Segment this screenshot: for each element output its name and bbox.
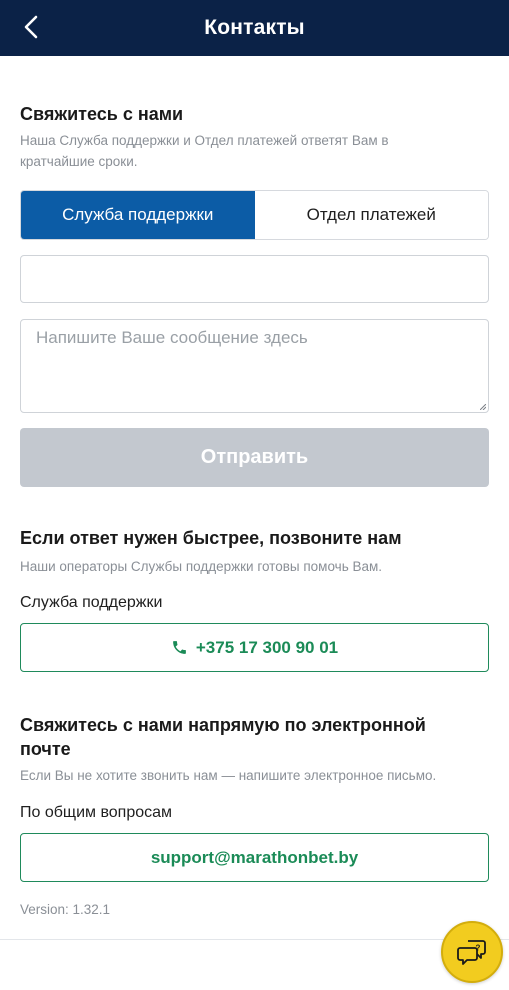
phone-number: +375 17 300 90 01 (195, 637, 339, 657)
email-field-wrap (20, 255, 489, 303)
email-link-button[interactable]: support@marathonbet.by (20, 833, 489, 882)
call-section-subtitle: Наши операторы Службы поддержки готовы п… (20, 559, 383, 574)
email-general-label: По общим вопросам (20, 804, 173, 821)
back-button[interactable] (14, 10, 48, 44)
app-version: Version: 1.32.1 (20, 902, 111, 917)
page-title: Контакты (204, 16, 305, 39)
message-field[interactable] (36, 328, 473, 402)
chat-help-icon: ? (457, 940, 486, 965)
email-section-title: Свяжитесь с нами напрямую по электронной… (20, 715, 426, 759)
department-tabs: Служба поддержки Отдел платежей (20, 190, 489, 240)
email-field[interactable] (35, 256, 479, 302)
email-section-subtitle: Если Вы не хотите звонить нам — напишите… (20, 768, 437, 783)
contacts-page: Контакты Свяжитесь с нами Наша Служба по… (0, 0, 509, 990)
app-header: Контакты (0, 0, 509, 56)
tab-payments[interactable]: Отдел платежей (254, 191, 488, 239)
message-field-wrap (20, 319, 489, 413)
call-phone-button[interactable]: +375 17 300 90 01 (20, 623, 489, 672)
contact-form-subtitle: Наша Служба поддержки и Отдел платежей о… (20, 133, 389, 169)
chat-help-button[interactable]: ? (441, 921, 503, 983)
tab-support[interactable]: Служба поддержки (21, 191, 255, 239)
chevron-left-icon (24, 15, 38, 39)
send-button[interactable]: Отправить (20, 428, 489, 487)
phone-icon (171, 639, 188, 656)
call-support-label: Служба поддержки (20, 594, 163, 611)
bottom-divider (0, 939, 509, 940)
contact-form-title: Свяжитесь с нами (20, 104, 184, 124)
resize-handle-icon[interactable] (480, 404, 486, 410)
call-section-title: Если ответ нужен быстрее, позвоните нам (20, 528, 402, 548)
svg-text:?: ? (476, 944, 481, 953)
support-email: support@marathonbet.by (150, 847, 359, 867)
